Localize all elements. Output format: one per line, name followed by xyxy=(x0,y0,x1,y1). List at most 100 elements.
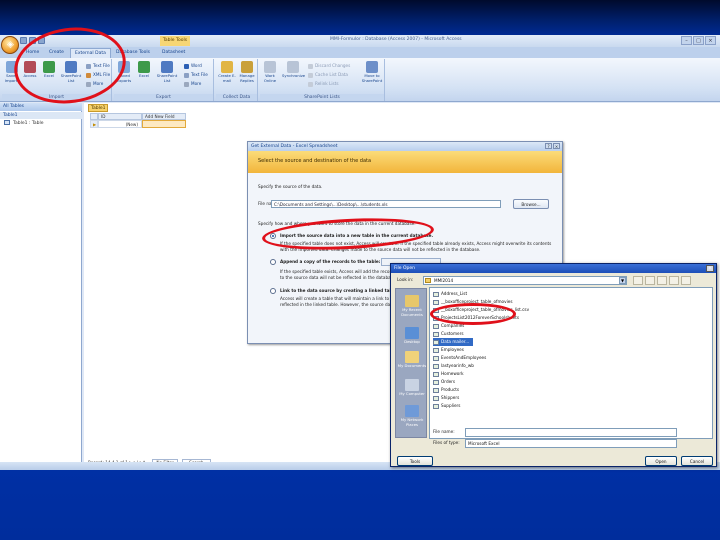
nav-item-table1[interactable]: Table1 : Table xyxy=(4,120,80,127)
file-name: Shippers xyxy=(441,395,460,400)
office-button[interactable]: ◈ xyxy=(1,36,19,54)
place-my-computer[interactable]: My Computer xyxy=(396,379,428,397)
tab-datasheet[interactable]: Datasheet xyxy=(158,48,189,58)
file-name-input[interactable] xyxy=(465,428,677,437)
export-text-file-button[interactable]: Text File xyxy=(184,71,208,78)
append-option-title: Append a copy of the records to the tabl… xyxy=(280,259,381,264)
excel-file-icon xyxy=(433,299,439,305)
place-label: Desktop xyxy=(404,339,420,344)
places-bar: My Recent Documents Desktop My Documents… xyxy=(395,288,427,438)
file-name: Data mailer... xyxy=(441,339,470,344)
work-online-button[interactable]: Work Online xyxy=(262,61,278,83)
close-icon[interactable]: × xyxy=(706,265,714,272)
nav-group-header[interactable]: Table1 xyxy=(0,112,82,119)
document-tab-table1[interactable]: Table1 xyxy=(88,104,108,112)
files-of-type-dropdown[interactable]: Microsoft Excel xyxy=(465,439,677,448)
file-open-dialog: File Open × Look in: MMI2014 ▼ My Recent… xyxy=(390,263,717,467)
excel-file-icon xyxy=(433,347,439,353)
relink-lists-button[interactable]: Relink Lists xyxy=(308,80,339,87)
create-email-button[interactable]: Create E-mail xyxy=(218,61,236,83)
cell-id-new[interactable]: (New) xyxy=(98,120,142,128)
open-button[interactable]: Open xyxy=(645,456,677,466)
back-icon[interactable] xyxy=(633,276,643,285)
list-item[interactable]: Products xyxy=(433,386,459,394)
list-item-selected[interactable]: Data mailer... xyxy=(433,338,474,346)
file-name: Products xyxy=(441,387,460,392)
list-item[interactable]: Orders xyxy=(433,378,455,386)
append-option-desc-2: to the source data will not be reflected… xyxy=(280,275,397,280)
save-icon[interactable] xyxy=(20,37,27,44)
close-icon[interactable]: × xyxy=(705,36,716,45)
list-item[interactable]: Shippers xyxy=(433,394,459,402)
work-online-label: Work Online xyxy=(263,73,277,83)
file-name: Homework xyxy=(441,371,464,376)
list-item[interactable]: Customers xyxy=(433,330,464,338)
minimize-icon[interactable]: – xyxy=(681,36,692,45)
help-icon[interactable]: ? xyxy=(545,143,552,149)
place-my-recent-documents[interactable]: My Recent Documents xyxy=(396,295,428,317)
new-record-selector[interactable]: ▶ xyxy=(90,120,98,128)
export-text-file-label: Text File xyxy=(191,72,208,77)
place-my-network-places[interactable]: My Network Places xyxy=(396,405,428,427)
table-row: ▶ (New) xyxy=(90,120,220,128)
list-item[interactable]: EventsAndEmployees xyxy=(433,354,486,362)
manage-replies-button[interactable]: Manage Replies xyxy=(237,61,257,83)
place-desktop[interactable]: Desktop xyxy=(396,327,428,345)
list-item[interactable]: Address_List xyxy=(433,290,467,298)
discard-changes-button[interactable]: Discard Changes xyxy=(308,62,350,69)
chevron-down-icon[interactable]: ▼ xyxy=(619,277,626,284)
contextual-tab-label: Table Tools xyxy=(160,36,190,46)
export-more-button[interactable]: More xyxy=(184,80,201,87)
sharepoint-group-label: SharePoint Lists xyxy=(260,94,384,101)
cell-add-new-field[interactable] xyxy=(142,120,186,128)
specify-source-label: Specify the source of the data. xyxy=(258,184,323,189)
work-online-icon xyxy=(264,61,276,73)
link-table-radio[interactable] xyxy=(270,288,276,294)
delete-icon[interactable] xyxy=(657,276,667,285)
my-computer-icon xyxy=(405,379,419,391)
link-option-title: Link to the data source by creating a li… xyxy=(280,288,399,293)
folder-icon xyxy=(425,278,431,283)
file-name: lastyearinfo_wb xyxy=(441,363,474,368)
file-name-label: File name: xyxy=(433,429,455,434)
collect-data-group-label: Collect Data xyxy=(216,94,257,101)
cache-icon xyxy=(308,72,313,78)
export-excel-button[interactable]: Excel xyxy=(136,61,152,79)
cancel-button[interactable]: Cancel xyxy=(681,456,713,466)
desktop-icon xyxy=(405,327,419,339)
export-sharepoint-label: SharePoint List xyxy=(156,73,178,83)
tools-button[interactable]: Tools xyxy=(397,456,433,466)
up-folder-icon[interactable] xyxy=(645,276,655,285)
column-header-add-new-field[interactable]: Add New Field xyxy=(142,113,186,120)
new-folder-icon[interactable] xyxy=(669,276,679,285)
maximize-icon[interactable]: □ xyxy=(693,36,704,45)
export-excel-label: Excel xyxy=(138,73,150,78)
export-sharepoint-button[interactable]: SharePoint List xyxy=(156,61,178,83)
list-item[interactable]: Homework xyxy=(433,370,464,378)
synchronize-label: Synchronize xyxy=(282,73,306,78)
synchronize-button[interactable]: Synchronize xyxy=(282,61,306,79)
excel-file-icon xyxy=(433,379,439,385)
browse-button[interactable]: Browse... xyxy=(513,199,549,209)
dialog-title: Get External Data - Excel Spreadsheet xyxy=(251,144,338,149)
column-header-id[interactable]: ID xyxy=(98,113,142,120)
list-item[interactable]: lastyearinfo_wb xyxy=(433,362,474,370)
table-icon xyxy=(4,120,10,125)
list-item[interactable]: Suppliers xyxy=(433,402,460,410)
sharepoint-icon xyxy=(161,61,173,73)
nav-pane-header[interactable]: All Tables xyxy=(0,103,82,111)
views-icon[interactable] xyxy=(681,276,691,285)
append-records-radio[interactable] xyxy=(270,259,276,265)
look-in-dropdown[interactable]: MMI2014 xyxy=(423,276,627,285)
move-to-sharepoint-button[interactable]: Move to SharePoint xyxy=(360,61,384,83)
export-word-button[interactable]: Word xyxy=(184,62,202,69)
row-selector-header[interactable] xyxy=(90,113,98,120)
close-icon[interactable]: × xyxy=(553,143,560,149)
cache-list-data-button[interactable]: Cache List Data xyxy=(308,71,348,78)
list-item[interactable]: Employees xyxy=(433,346,464,354)
place-my-documents[interactable]: My Documents xyxy=(396,351,428,369)
file-name-input[interactable]: C:\Documents and Settings\...\Desktop\..… xyxy=(271,200,501,208)
excel-file-icon xyxy=(433,323,439,329)
email-icon xyxy=(221,61,233,73)
window-controls: – □ × xyxy=(680,36,718,46)
